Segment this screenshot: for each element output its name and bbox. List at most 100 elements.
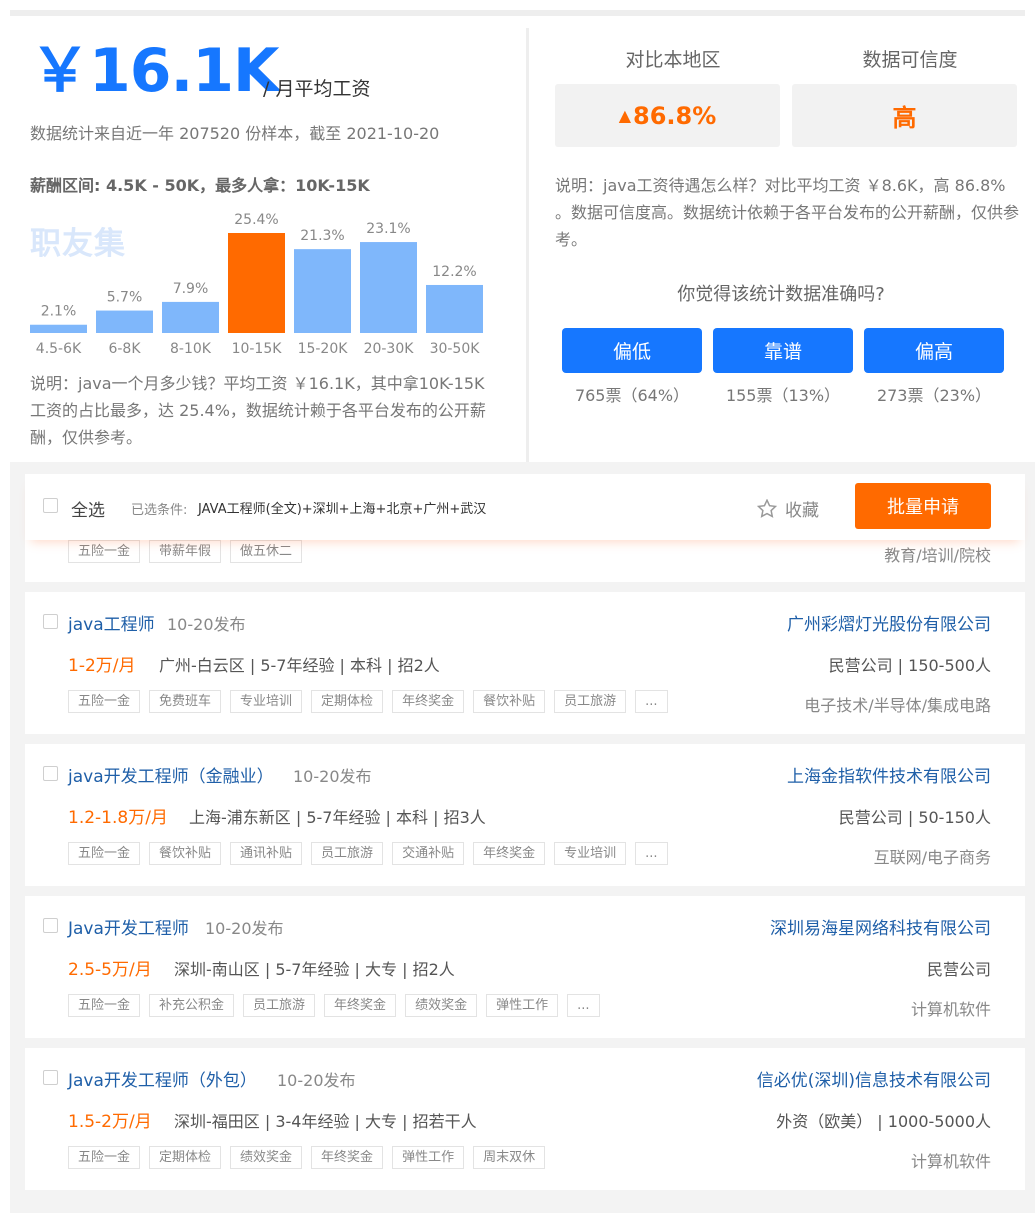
job-tag: 专业培训: [554, 842, 627, 865]
job-tag: 五险一金: [68, 1146, 141, 1169]
more-tags-button[interactable]: ...: [567, 994, 600, 1017]
job-tag: 免费班车: [149, 690, 222, 713]
conditions-label: 已选条件:: [131, 503, 188, 518]
vote-high-button[interactable]: 偏高: [864, 328, 1004, 373]
compare-note: 说明：java工资待遇怎么样？对比平均工资 ￥8.6K，高 86.8% 。数据可…: [555, 176, 1020, 249]
up-arrow-icon: ▲: [618, 106, 632, 125]
job-card[interactable]: java开发工程师（金融业） 10-20发布 1.2-1.8万/月 上海-浦东新…: [25, 744, 1025, 886]
chart-data-label: 12.2%: [432, 264, 476, 280]
company-info: 民营公司: [926, 960, 991, 979]
job-tags: 五险一金 餐饮补贴 通讯补贴 员工旅游 交通补贴 年终奖金 专业培训 ...: [68, 842, 668, 865]
job-tag: 做五休二: [230, 540, 303, 563]
company-link[interactable]: 深圳易海星网络科技有限公司: [770, 914, 991, 939]
job-card[interactable]: Java开发工程师 10-20发布 2.5-5万/月 深圳-南山区 | 5-7年…: [25, 896, 1025, 1038]
job-checkbox[interactable]: [43, 766, 58, 781]
job-title-link[interactable]: java工程师: [68, 610, 155, 635]
vote-low-button[interactable]: 偏低: [562, 328, 702, 373]
job-date: 10-20发布: [293, 767, 372, 786]
job-tag: 弹性工作: [392, 1146, 465, 1169]
job-checkbox[interactable]: [43, 918, 58, 933]
job-info: 广州-白云区 | 5-7年经验 | 本科 | 招2人: [159, 656, 440, 675]
company-link[interactable]: 广州彩熠灯光股份有限公司: [787, 610, 991, 635]
job-tag: 餐饮补贴: [473, 690, 546, 713]
favorite-button[interactable]: 收藏: [757, 496, 819, 521]
chart-category-label: 15-20K: [298, 341, 349, 357]
job-card-partial[interactable]: 五险一金 带薪年假 做五休二 教育/培训/院校: [25, 540, 1025, 582]
region-compare-box: ▲ 86.8%: [555, 84, 780, 147]
more-tags-button[interactable]: ...: [635, 842, 668, 865]
job-tag: 五险一金: [68, 994, 141, 1017]
job-date: 10-20发布: [205, 919, 284, 938]
vote-question: 你觉得该统计数据准确吗?: [677, 284, 885, 305]
average-salary: ￥16.1K: [30, 36, 280, 106]
job-checkbox[interactable]: [43, 614, 58, 629]
batch-toolbar: 全选 已选条件: JAVA工程师(全文)+深圳+上海+北京+广州+武汉 收藏 批…: [25, 474, 1025, 540]
company-link[interactable]: 上海金指软件技术有限公司: [787, 762, 991, 787]
job-salary: 1-2万/月: [68, 656, 136, 676]
region-compare-label: 对比本地区: [625, 49, 721, 71]
select-all-label[interactable]: 全选: [71, 496, 105, 521]
job-title-link[interactable]: Java开发工程师（外包）: [68, 1066, 257, 1091]
salary-note: 说明：java一个月多少钱？平均工资 ￥16.1K，其中拿10K-15K 工资的…: [30, 374, 486, 447]
job-tag: 五险一金: [68, 690, 141, 713]
chart-bar: [294, 249, 351, 333]
job-tag: 定期体检: [149, 1146, 222, 1169]
industry: 计算机软件: [910, 1000, 991, 1019]
job-tag: 员工旅游: [554, 690, 627, 713]
top-divider: [10, 10, 1025, 16]
job-card[interactable]: Java开发工程师（外包） 10-20发布 1.5-2万/月 深圳-福田区 | …: [25, 1048, 1025, 1190]
job-title-link[interactable]: java开发工程师（金融业）: [68, 762, 274, 787]
star-icon: [757, 499, 777, 518]
job-checkbox[interactable]: [43, 1070, 58, 1085]
chart-category-label: 20-30K: [364, 341, 415, 357]
job-tag: 绩效奖金: [230, 1146, 303, 1169]
select-all-checkbox[interactable]: [43, 498, 58, 513]
job-title-link[interactable]: Java开发工程师: [68, 914, 189, 939]
batch-apply-button[interactable]: 批量申请: [855, 483, 991, 529]
chart-data-label: 21.3%: [300, 228, 344, 244]
chart-data-label: 23.1%: [366, 221, 410, 237]
chart-data-label: 25.4%: [234, 212, 278, 228]
job-tags: 五险一金 补充公积金 员工旅游 年终奖金 绩效奖金 弹性工作 ...: [68, 994, 600, 1017]
industry: 电子技术/半导体/集成电路: [804, 696, 991, 715]
job-info: 深圳-福田区 | 3-4年经验 | 大专 | 招若干人: [174, 1112, 477, 1131]
job-card[interactable]: java工程师 10-20发布 1-2万/月 广州-白云区 | 5-7年经验 |…: [25, 592, 1025, 734]
credibility-value: 高: [892, 104, 917, 132]
chart-bar: [96, 310, 153, 333]
salary-distribution-chart: 2.1% 4.5-6K 5.7% 6-8K 7.9% 8-10K 25.4% 10-15K 21…: [30, 212, 483, 357]
company-info: 民营公司 | 150-500人: [828, 656, 991, 675]
job-tag: 绩效奖金: [405, 994, 478, 1017]
credibility-box: 高: [792, 84, 1017, 147]
job-tag: 定期体检: [311, 690, 384, 713]
chart-data-label: 7.9%: [173, 281, 209, 297]
company-link[interactable]: 信必优(深圳)信息技术有限公司: [757, 1066, 991, 1091]
job-tag: 年终奖金: [311, 1146, 384, 1169]
job-tag: 交通补贴: [392, 842, 465, 865]
vote-reliable-button[interactable]: 靠谱: [713, 328, 853, 373]
selected-conditions: JAVA工程师(全文)+深圳+上海+北京+广州+武汉: [198, 502, 487, 517]
chart-bar: [30, 324, 87, 333]
job-tags: 五险一金 带薪年假 做五休二: [68, 540, 303, 563]
job-tag: 年终奖金: [324, 994, 397, 1017]
sample-info: 数据统计来自近一年 207520 份样本，截至 2021-10-20: [30, 124, 440, 143]
more-tags-button[interactable]: ...: [635, 690, 668, 713]
job-tag: 餐饮补贴: [149, 842, 222, 865]
job-tag: 弹性工作: [486, 994, 559, 1017]
job-info: 深圳-南山区 | 5-7年经验 | 大专 | 招2人: [174, 960, 455, 979]
chart-category-label: 4.5-6K: [36, 341, 82, 357]
industry: 计算机软件: [910, 1152, 991, 1171]
salary-unit-label: / 月平均工资: [263, 78, 371, 100]
company-info: 外资（欧美） | 1000-5000人: [776, 1112, 991, 1131]
job-tag: 专业培训: [230, 690, 303, 713]
job-salary: 1.5-2万/月: [68, 1112, 152, 1132]
job-tags: 五险一金 定期体检 绩效奖金 年终奖金 弹性工作 周末双休: [68, 1146, 546, 1169]
job-tag: 年终奖金: [473, 842, 546, 865]
chart-category-label: 6-8K: [108, 341, 141, 357]
job-tag: 五险一金: [68, 842, 141, 865]
panel-divider: [526, 28, 529, 462]
job-info: 上海-浦东新区 | 5-7年经验 | 本科 | 招3人: [189, 808, 486, 827]
job-tag: 员工旅游: [243, 994, 316, 1017]
chart-bar: [228, 233, 285, 333]
company-info: 民营公司 | 50-150人: [838, 808, 991, 827]
chart-category-label: 10-15K: [232, 341, 283, 357]
